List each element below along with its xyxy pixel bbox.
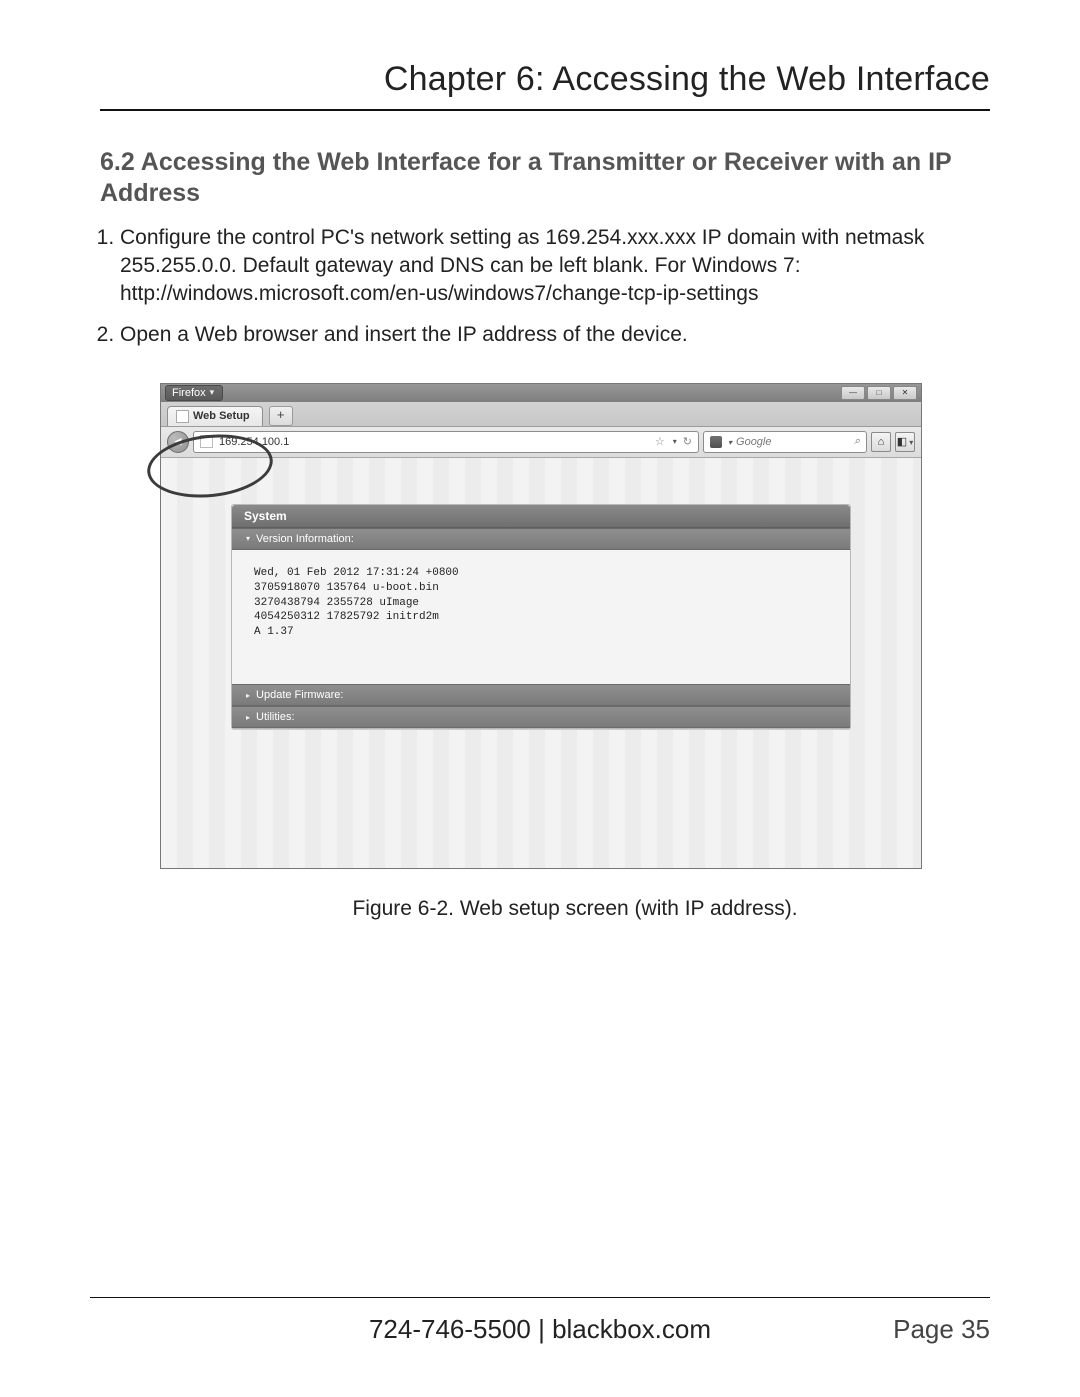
step-2: Open a Web browser and insert the IP add… xyxy=(120,321,990,349)
url-favicon-icon xyxy=(200,435,213,448)
chapter-title: Chapter 6: Accessing the Web Interface xyxy=(100,60,990,111)
dropdown-icon[interactable] xyxy=(671,435,677,448)
instruction-list: Configure the control PC's network setti… xyxy=(100,224,990,349)
window-titlebar: Firefox — □ ✕ xyxy=(161,384,921,402)
tab-bar: Web Setup + xyxy=(161,402,921,427)
tab-label: Web Setup xyxy=(193,410,250,422)
back-button[interactable]: ◄ xyxy=(167,431,189,453)
accordion-label: Utilities: xyxy=(256,711,295,723)
step-1: Configure the control PC's network setti… xyxy=(120,224,990,309)
figure-caption: Figure 6-2. Web setup screen (with IP ad… xyxy=(160,897,990,921)
search-engine-dropdown-icon[interactable] xyxy=(726,436,732,448)
minimize-button[interactable]: — xyxy=(841,386,865,400)
reload-icon[interactable]: ↻ xyxy=(683,435,692,448)
firefox-app-button[interactable]: Firefox xyxy=(165,385,223,401)
maximize-button[interactable]: □ xyxy=(867,386,891,400)
footer-contact: 724-746-5500 | blackbox.com xyxy=(90,1314,990,1345)
accordion-version-info[interactable]: Version Information: xyxy=(232,528,850,550)
panel-title: System xyxy=(232,505,850,528)
url-input[interactable]: 169.254.100.1 ☆ ↻ xyxy=(193,431,699,453)
google-icon xyxy=(710,436,722,448)
version-info-content: Wed, 01 Feb 2012 17:31:24 +0800 37059180… xyxy=(232,550,850,684)
search-input[interactable]: Google ⌕ xyxy=(703,431,867,453)
new-tab-button[interactable]: + xyxy=(269,406,293,426)
chevron-right-icon xyxy=(246,713,250,722)
page-number: Page 35 xyxy=(893,1314,990,1345)
page-viewport: System Version Information: Wed, 01 Feb … xyxy=(161,458,921,868)
figure-6-2: Firefox — □ ✕ Web Setup + ◄ xyxy=(160,383,990,921)
chevron-right-icon xyxy=(246,691,250,700)
close-button[interactable]: ✕ xyxy=(893,386,917,400)
accordion-utilities[interactable]: Utilities: xyxy=(232,706,850,728)
tab-web-setup[interactable]: Web Setup xyxy=(167,406,263,426)
firefox-window: Firefox — □ ✕ Web Setup + ◄ xyxy=(160,383,922,869)
page-footer: 724-746-5500 | blackbox.com Page 35 xyxy=(90,1297,990,1345)
address-toolbar: ◄ 169.254.100.1 ☆ ↻ Google ⌕ ⌂ xyxy=(161,427,921,458)
bookmark-star-icon[interactable]: ☆ xyxy=(655,435,665,448)
home-button[interactable]: ⌂ xyxy=(871,432,891,452)
tab-favicon-icon xyxy=(176,410,189,423)
url-text: 169.254.100.1 xyxy=(219,436,289,448)
accordion-update-firmware[interactable]: Update Firmware: xyxy=(232,684,850,706)
bookmarks-menu-button[interactable]: ◧ xyxy=(895,432,915,452)
accordion-label: Version Information: xyxy=(256,533,354,545)
search-placeholder: Google xyxy=(736,436,771,448)
system-panel: System Version Information: Wed, 01 Feb … xyxy=(231,504,851,729)
section-title: 6.2 Accessing the Web Interface for a Tr… xyxy=(100,147,990,210)
window-controls: — □ ✕ xyxy=(841,386,917,400)
search-go-icon[interactable]: ⌕ xyxy=(854,435,860,448)
chevron-down-icon xyxy=(246,534,250,543)
accordion-label: Update Firmware: xyxy=(256,689,343,701)
